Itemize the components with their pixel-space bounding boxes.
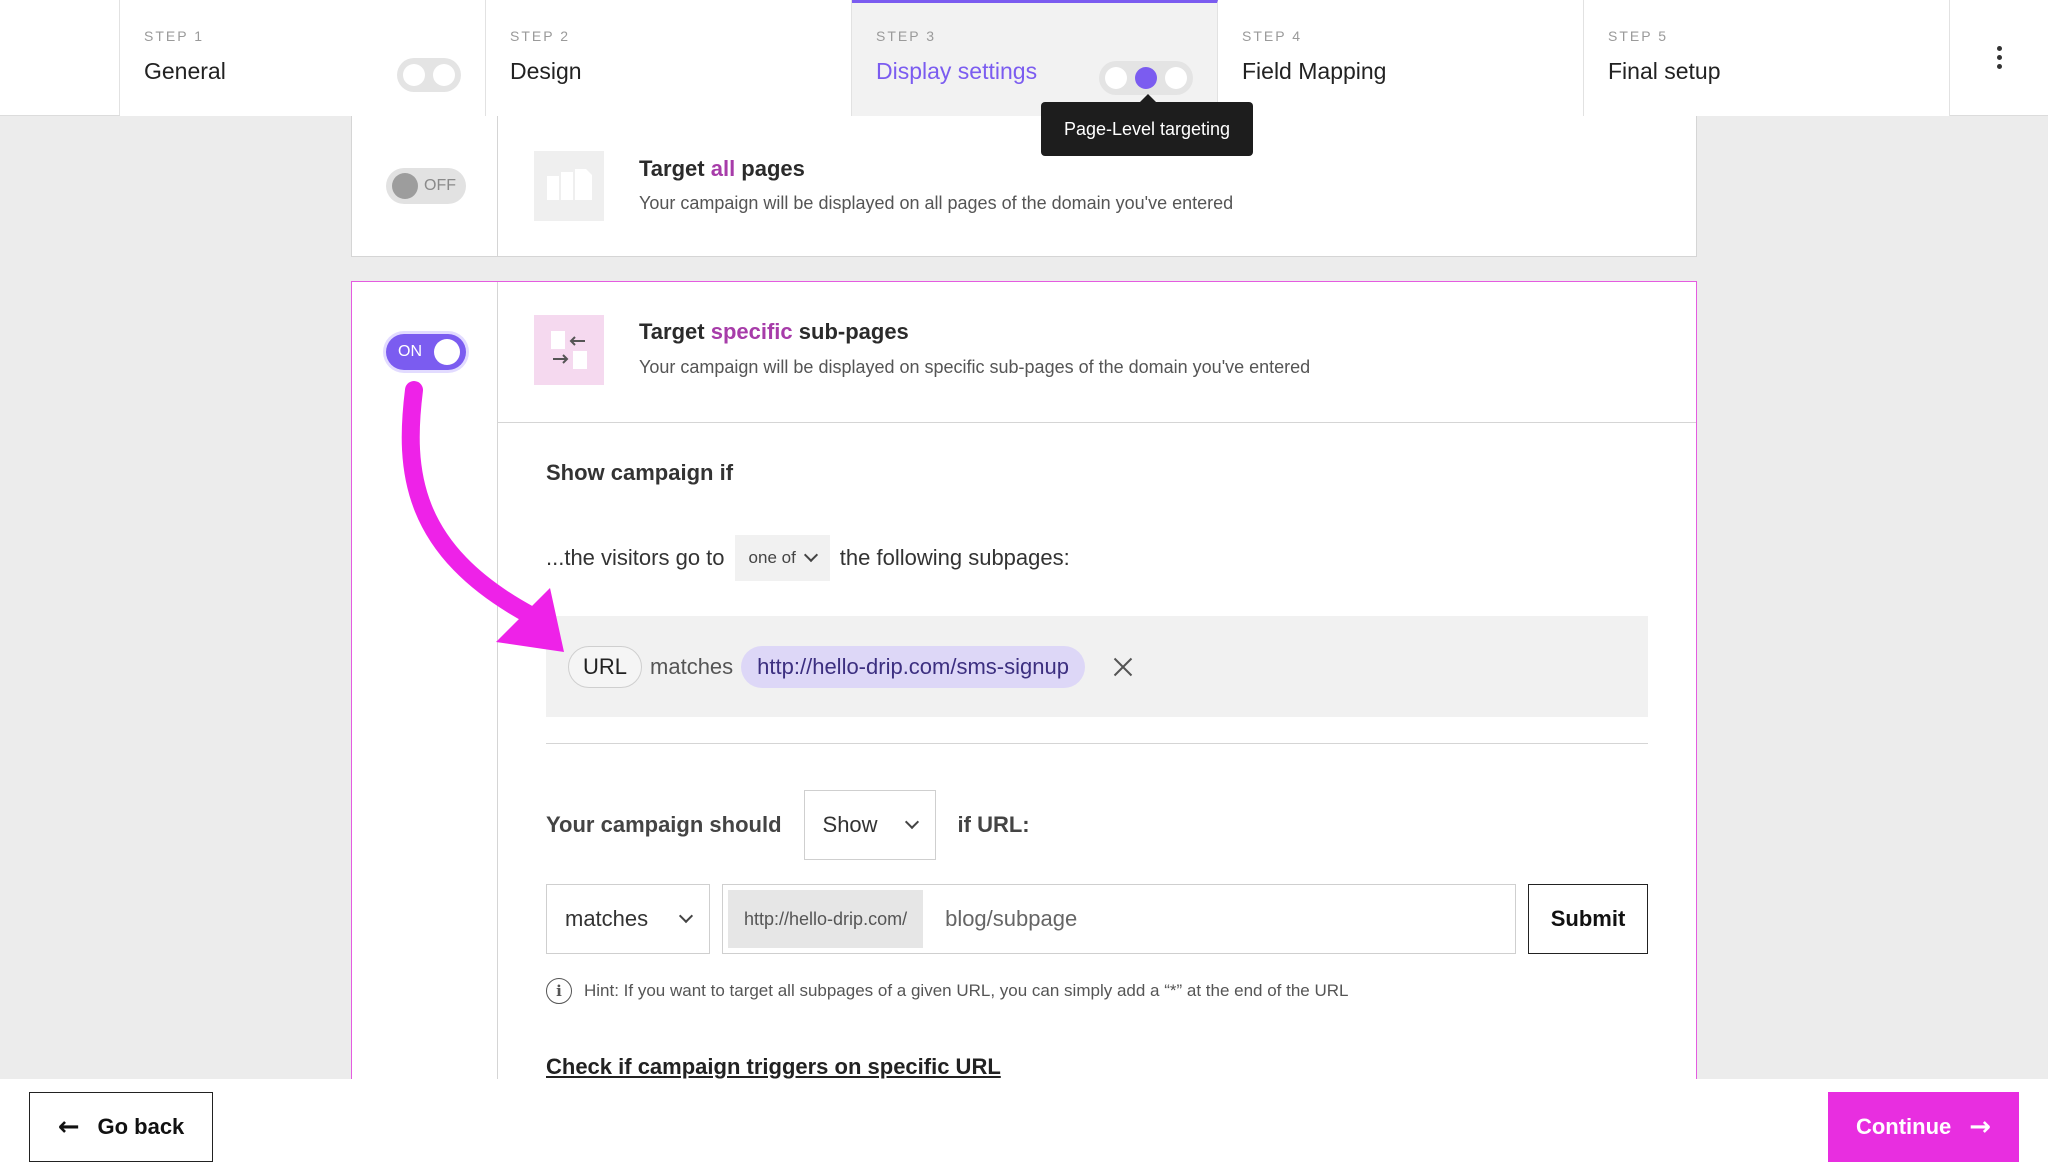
operator-select[interactable]: matches: [546, 884, 710, 954]
kebab-menu-icon[interactable]: [1996, 46, 2002, 69]
hint-text: Hint: If you want to target all subpages…: [584, 981, 1349, 1000]
arrow-left-icon: ←: [57, 1112, 80, 1142]
step-title: Field Mapping: [1242, 58, 1387, 84]
toggle-knob: [392, 173, 418, 199]
go-back-button[interactable]: ← Go back: [29, 1092, 213, 1162]
show-hide-select[interactable]: Show: [803, 790, 936, 860]
target-specific-toggle[interactable]: ON: [386, 334, 466, 370]
target-all-toggle[interactable]: OFF: [386, 168, 466, 204]
tab-step-5-final-setup[interactable]: STEP 5 Final setup: [1584, 0, 1950, 116]
step-number: STEP 4: [1242, 28, 1302, 44]
step-title: Final setup: [1608, 58, 1721, 84]
continue-label: Continue: [1855, 1114, 1952, 1139]
subpages-icon: [534, 315, 604, 385]
tab-step-4-field-mapping[interactable]: STEP 4 Field Mapping: [1218, 0, 1584, 116]
toggle-label: OFF: [424, 177, 456, 194]
footer-bar: ← Go back Continue →: [0, 1079, 2048, 1174]
hint-line: i Hint: If you want to target all subpag…: [546, 978, 1348, 1004]
step-number: STEP 2: [510, 28, 570, 44]
chevron-down-icon: [678, 908, 694, 924]
target-all-title: Target all pages: [639, 156, 805, 181]
chevron-down-icon: [803, 547, 818, 563]
url-rule-form: matches http://hello-drip.com/ Submit: [546, 884, 1648, 954]
toggle-column: OFF: [352, 116, 498, 256]
step-status-toggle[interactable]: [397, 58, 461, 92]
target-specific-title: Target specific sub-pages: [639, 319, 909, 344]
pages-icon: [534, 151, 604, 221]
visitors-rule-line: ...the visitors go to one of the followi…: [546, 535, 1070, 581]
show-hide-value: Show: [822, 812, 878, 837]
rule-list: URL matches http://hello-drip.com/sms-si…: [546, 616, 1648, 717]
info-icon: i: [546, 978, 572, 1004]
target-specific-description: Your campaign will be displayed on speci…: [639, 357, 1311, 377]
step-title: Design: [510, 58, 582, 84]
close-icon[interactable]: [1109, 653, 1137, 681]
step-number: STEP 3: [876, 28, 936, 44]
continue-button[interactable]: Continue →: [1828, 1092, 2019, 1162]
campaign-should-line: Your campaign should Show if URL:: [546, 790, 1030, 860]
match-mode-select[interactable]: one of: [734, 535, 830, 581]
url-path-input[interactable]: [923, 890, 1510, 948]
target-all-pages-card: OFF Target all pages Your campaign will …: [351, 116, 1697, 257]
match-mode-value: one of: [748, 548, 796, 567]
url-prefix: http://hello-drip.com/: [728, 890, 924, 948]
should-label: Your campaign should: [546, 812, 782, 837]
go-back-label: Go back: [97, 1114, 185, 1139]
arrow-right-icon: →: [1969, 1112, 1992, 1142]
url-input-group: http://hello-drip.com/: [722, 884, 1516, 954]
step-number: STEP 1: [144, 28, 204, 44]
visitors-suffix: the following subpages:: [839, 545, 1070, 570]
divider: [546, 743, 1648, 744]
step-navigation: STEP 1 General STEP 2 Design STEP 3 Disp…: [0, 0, 2048, 116]
rule-value-pill: http://hello-drip.com/sms-signup: [741, 645, 1085, 688]
toggle-label: ON: [398, 343, 422, 360]
toggle-knob: [434, 339, 460, 365]
tab-step-2-design[interactable]: STEP 2 Design: [486, 0, 852, 116]
annotation-arrow-icon: [401, 381, 564, 652]
chevron-down-icon: [904, 814, 919, 830]
step-number: STEP 5: [1608, 28, 1668, 44]
page-level-tooltip: Page-Level targeting: [1041, 94, 1253, 156]
tab-step-3-display-settings[interactable]: STEP 3 Display settings: [852, 0, 1218, 116]
rule-operator: matches: [650, 653, 734, 679]
target-all-description: Your campaign will be displayed on all p…: [639, 193, 1234, 213]
more-menu[interactable]: [1950, 0, 2048, 115]
tab-step-1-general[interactable]: STEP 1 General: [120, 0, 486, 116]
targeting-level-toggle[interactable]: [1099, 61, 1193, 95]
divider: [498, 422, 1696, 423]
operator-value: matches: [565, 906, 649, 931]
if-url-label: if URL:: [957, 812, 1030, 837]
check-url-link[interactable]: Check if campaign triggers on specific U…: [546, 1054, 1001, 1080]
submit-button[interactable]: Submit: [1528, 884, 1648, 954]
step-gutter: [0, 0, 120, 115]
